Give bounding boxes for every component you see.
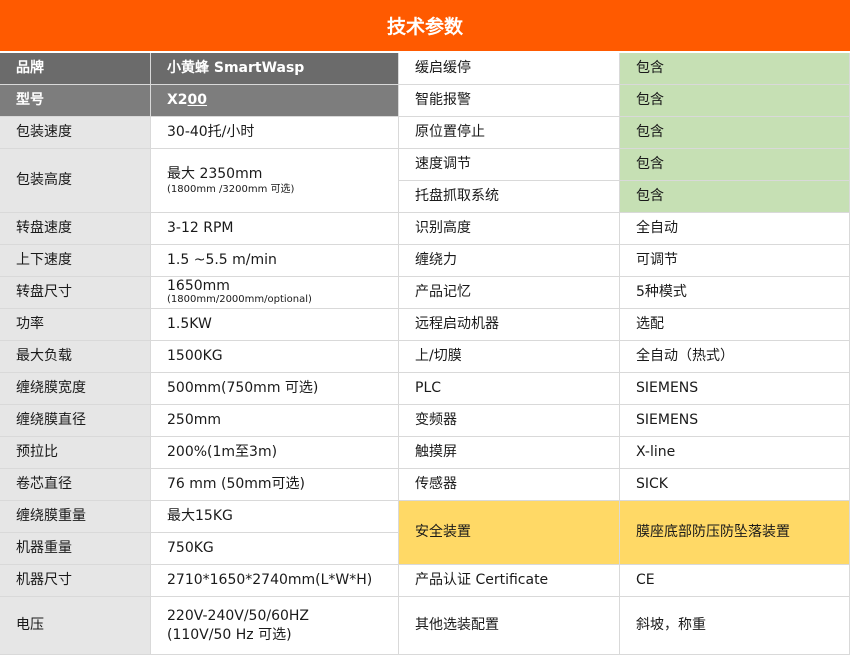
spec-value-note: (1800mm/2000mm/optional) bbox=[167, 294, 312, 306]
feature-label: 产品记忆 bbox=[399, 277, 620, 309]
spec-value: 1.5KW bbox=[151, 309, 399, 341]
feature-label: 传感器 bbox=[399, 469, 620, 501]
spec-value: 3-12 RPM bbox=[151, 213, 399, 245]
spec-label: 卷芯直径 bbox=[0, 469, 151, 501]
feature-value: 包含 bbox=[620, 181, 850, 213]
feature-value: CE bbox=[620, 565, 850, 597]
spec-value: 30-40托/小时 bbox=[151, 117, 399, 149]
feature-value: 全自动（热式） bbox=[620, 341, 850, 373]
spec-label: 功率 bbox=[0, 309, 151, 341]
model-value-prefix: X2 bbox=[167, 92, 188, 109]
page-title: 技术参数 bbox=[0, 0, 850, 53]
feature-value: 膜座底部防压防坠落装置 bbox=[620, 501, 850, 565]
feature-value: SIEMENS bbox=[620, 373, 850, 405]
spec-label: 最大负载 bbox=[0, 341, 151, 373]
feature-value: SIEMENS bbox=[620, 405, 850, 437]
feature-label: 其他选装配置 bbox=[399, 597, 620, 655]
spec-value: 750KG bbox=[151, 533, 399, 565]
feature-value: 斜坡，称重 bbox=[620, 597, 850, 655]
spec-value: 1.5 ~5.5 m/min bbox=[151, 245, 399, 277]
spec-value: 2710*1650*2740mm(L*W*H) bbox=[151, 565, 399, 597]
spec-label: 预拉比 bbox=[0, 437, 151, 469]
feature-label: 远程启动机器 bbox=[399, 309, 620, 341]
feature-label: 安全装置 bbox=[399, 501, 620, 565]
spec-value-main: 最大 2350mm bbox=[167, 165, 263, 182]
spec-label: 转盘尺寸 bbox=[0, 277, 151, 309]
spec-label: 上下速度 bbox=[0, 245, 151, 277]
feature-value: X-line bbox=[620, 437, 850, 469]
spec-value-main: 1650mm bbox=[167, 277, 230, 294]
spec-label: 包装高度 bbox=[0, 149, 151, 213]
feature-label: 触摸屏 bbox=[399, 437, 620, 469]
spec-sheet: 技术参数 品牌 小黄蜂 SmartWasp 型号 X2 00 包装速度 30-40… bbox=[0, 0, 850, 655]
spec-label: 包装速度 bbox=[0, 117, 151, 149]
spec-value: 220V-240V/50/60HZ (110V/50 Hz 可选) bbox=[151, 597, 399, 655]
spec-value-note: (1800mm /3200mm 可选) bbox=[167, 184, 295, 196]
feature-label: 托盘抓取系统 bbox=[399, 181, 620, 213]
spec-label: 电压 bbox=[0, 597, 151, 655]
feature-value: 包含 bbox=[620, 149, 850, 181]
feature-label: 变频器 bbox=[399, 405, 620, 437]
model-value: X2 00 bbox=[151, 85, 399, 117]
spec-value: 最大 2350mm (1800mm /3200mm 可选) bbox=[151, 149, 399, 213]
feature-label: PLC bbox=[399, 373, 620, 405]
spec-value-secondary: (110V/50 Hz 可选) bbox=[167, 626, 292, 643]
spec-label: 缠绕膜宽度 bbox=[0, 373, 151, 405]
feature-label: 缓启缓停 bbox=[399, 53, 620, 85]
spec-value: 200%(1m至3m) bbox=[151, 437, 399, 469]
spec-label: 缠绕膜直径 bbox=[0, 405, 151, 437]
feature-label: 速度调节 bbox=[399, 149, 620, 181]
spec-label: 机器重量 bbox=[0, 533, 151, 565]
feature-value: 选配 bbox=[620, 309, 850, 341]
feature-value: 包含 bbox=[620, 117, 850, 149]
spec-value: 1650mm (1800mm/2000mm/optional) bbox=[151, 277, 399, 309]
model-label: 型号 bbox=[0, 85, 151, 117]
spec-value: 最大15KG bbox=[151, 501, 399, 533]
feature-label: 上/切膜 bbox=[399, 341, 620, 373]
feature-label: 缠绕力 bbox=[399, 245, 620, 277]
feature-label: 智能报警 bbox=[399, 85, 620, 117]
feature-label: 原位置停止 bbox=[399, 117, 620, 149]
spec-value: 250mm bbox=[151, 405, 399, 437]
feature-value: 5种模式 bbox=[620, 277, 850, 309]
spec-value: 500mm(750mm 可选) bbox=[151, 373, 399, 405]
brand-label: 品牌 bbox=[0, 53, 151, 85]
spec-label: 机器尺寸 bbox=[0, 565, 151, 597]
brand-value: 小黄蜂 SmartWasp bbox=[151, 53, 399, 85]
spec-label: 缠绕膜重量 bbox=[0, 501, 151, 533]
feature-value: 包含 bbox=[620, 53, 850, 85]
spec-value-main: 220V-240V/50/60HZ bbox=[167, 608, 310, 625]
feature-label: 产品认证 Certificate bbox=[399, 565, 620, 597]
feature-value: 全自动 bbox=[620, 213, 850, 245]
spec-label: 转盘速度 bbox=[0, 213, 151, 245]
feature-label: 识别高度 bbox=[399, 213, 620, 245]
spec-value: 1500KG bbox=[151, 341, 399, 373]
spec-value: 76 mm (50mm可选) bbox=[151, 469, 399, 501]
model-value-suffix: 00 bbox=[187, 92, 208, 109]
feature-value: 包含 bbox=[620, 85, 850, 117]
feature-value: 可调节 bbox=[620, 245, 850, 277]
feature-value: SICK bbox=[620, 469, 850, 501]
